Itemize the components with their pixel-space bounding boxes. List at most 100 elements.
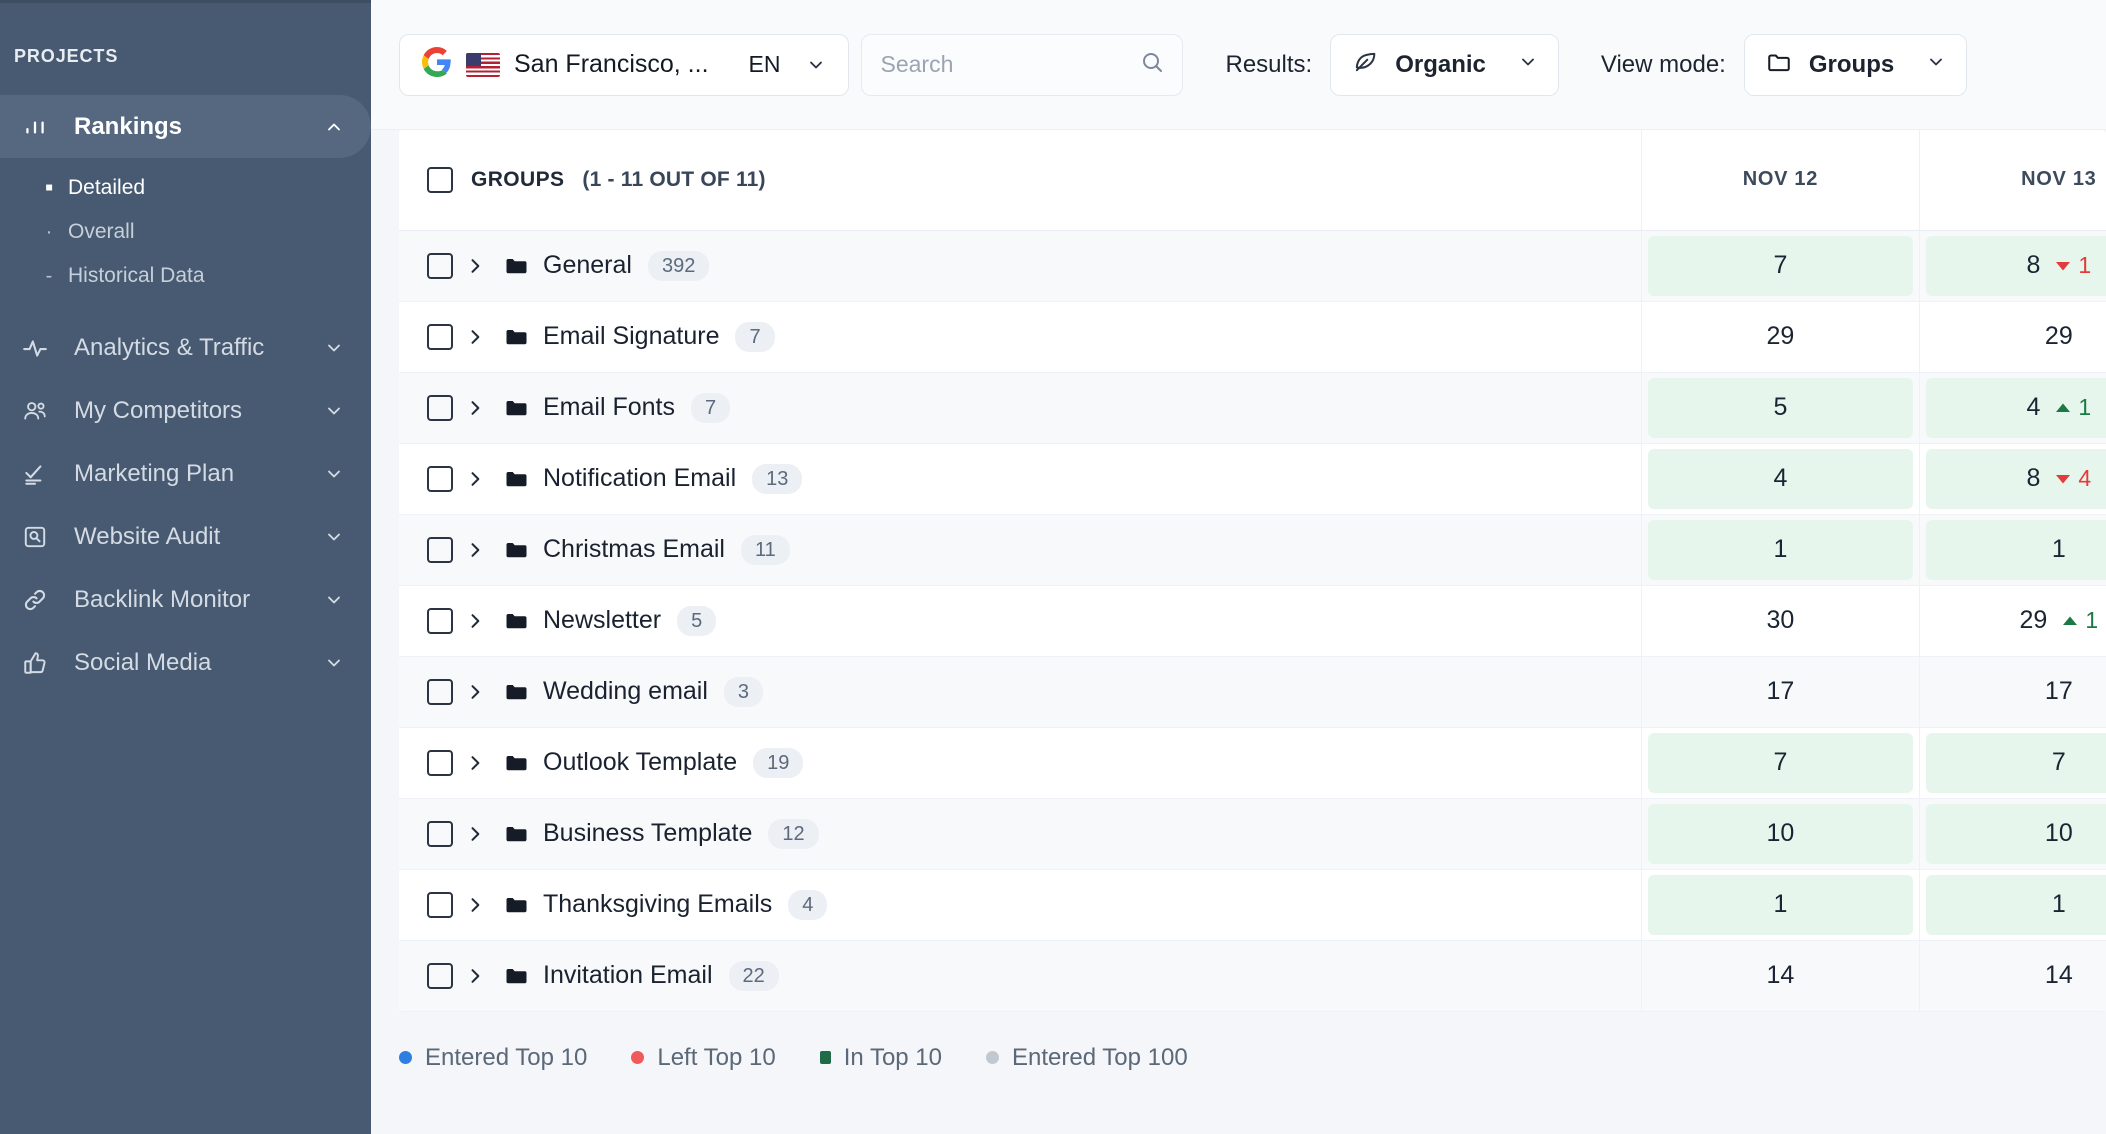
chevron-down-icon[interactable] (323, 652, 345, 674)
folder-solid-icon (497, 396, 535, 420)
rank-cell[interactable]: 7 (1919, 727, 2106, 799)
folder-icon (1765, 49, 1793, 81)
rank-cell[interactable]: 1 (1919, 514, 2106, 586)
rankings-table-container: GROUPS (1 - 11 OUT OF 11) NOV 12 NOV 13 … (399, 130, 2106, 1012)
rank-value: 29 (1766, 322, 1795, 350)
row-checkbox[interactable] (427, 252, 453, 279)
row-checkbox[interactable] (427, 607, 453, 634)
row-checkbox[interactable] (427, 465, 453, 492)
legend-color-swatch (986, 1051, 999, 1064)
chevron-right-icon[interactable] (453, 611, 497, 631)
chevron-up-icon[interactable] (323, 116, 345, 138)
row-checkbox[interactable] (427, 820, 453, 847)
rank-cell[interactable]: 29 1 (1919, 585, 2106, 657)
bullet-icon: ▪ (44, 174, 54, 201)
sidebar-item-analytics-traffic[interactable]: Analytics & Traffic (0, 316, 371, 379)
rank-cell[interactable]: 10 (1641, 798, 1921, 870)
rank-cell[interactable]: 7 (1641, 230, 1921, 302)
group-keyword-count: 19 (753, 747, 804, 778)
sidebar-subitem-overall[interactable]: · Overall (0, 210, 371, 254)
row-checkbox[interactable] (427, 323, 453, 350)
sidebar-item-backlink-monitor[interactable]: Backlink Monitor (0, 568, 371, 631)
rank-cell[interactable]: 4 (1641, 443, 1921, 515)
arrow-down-icon (2054, 465, 2072, 492)
chevron-right-icon[interactable] (453, 753, 497, 773)
sidebar-item-my-competitors[interactable]: My Competitors (0, 379, 371, 442)
chevron-down-icon[interactable] (323, 526, 345, 548)
legend-item: Left Top 10 (631, 1044, 776, 1072)
sidebar-subitem-detailed[interactable]: ▪ Detailed (0, 166, 371, 210)
rank-cell[interactable]: 17 (1919, 656, 2106, 728)
chevron-right-icon[interactable] (453, 398, 497, 418)
rank-cell[interactable]: 29 (1641, 301, 1921, 373)
rank-cell[interactable]: 17 (1641, 656, 1921, 728)
search-box[interactable]: Search (861, 33, 1184, 96)
sidebar-subitem-historical-data[interactable]: - Historical Data (0, 254, 371, 298)
rank-value: 1 (2051, 890, 2066, 918)
table-row[interactable]: Invitation Email 22 14 14 (399, 940, 2106, 1012)
bullet-icon: · (45, 221, 53, 243)
chevron-right-icon[interactable] (453, 256, 497, 276)
table-row[interactable]: Email Signature 7 29 29 (399, 301, 2106, 373)
table-row[interactable]: Wedding email 3 17 17 (399, 656, 2106, 728)
chevron-right-icon[interactable] (453, 966, 497, 986)
results-label: Results: (1225, 50, 1313, 78)
rank-cell[interactable]: 29 (1919, 301, 2106, 373)
rank-cell[interactable]: 10 (1919, 798, 2106, 870)
sidebar-item-website-audit[interactable]: Website Audit (0, 505, 371, 568)
table-row[interactable]: General 392 7 8 1 (399, 230, 2106, 302)
select-all-checkbox[interactable] (427, 166, 453, 193)
search-engine-selector[interactable]: San Francisco, ... EN (399, 33, 850, 96)
rank-value: 1 (2051, 535, 2066, 563)
chevron-down-icon (1926, 51, 1946, 78)
rank-cell[interactable]: 41 (1919, 372, 2106, 444)
rank-cell[interactable]: 81 (1919, 230, 2106, 302)
table-row[interactable]: Outlook Template 19 7 7 (399, 727, 2106, 799)
rank-cell[interactable]: 30 (1641, 585, 1921, 657)
rank-cell[interactable]: 1 (1641, 869, 1921, 941)
link-icon (18, 585, 52, 615)
rank-cell[interactable]: 5 (1641, 372, 1921, 444)
rank-cell[interactable]: 7 (1641, 727, 1921, 799)
chevron-down-icon[interactable] (323, 400, 345, 422)
table-row[interactable]: Newsletter 5 30 29 1 (399, 585, 2106, 657)
table-body: General 392 7 8 1 Email Signature 7 29 29 Email F… (399, 230, 2106, 1012)
row-checkbox[interactable] (427, 891, 453, 918)
rank-cell[interactable]: 1 (1919, 869, 2106, 941)
chevron-right-icon[interactable] (453, 895, 497, 915)
date-column-header[interactable]: NOV 13 (1919, 130, 2106, 231)
rank-cell[interactable]: 84 (1919, 443, 2106, 515)
chevron-down-icon[interactable] (323, 337, 345, 359)
sidebar-item-social-media[interactable]: Social Media (0, 631, 371, 694)
search-icon[interactable] (1140, 50, 1164, 79)
table-row[interactable]: Email Fonts 7 5 4 1 (399, 372, 2106, 444)
rank-cell[interactable]: 14 (1641, 940, 1921, 1012)
table-row[interactable]: Notification Email 13 4 8 4 (399, 443, 2106, 515)
search-input[interactable]: Search (880, 51, 1140, 78)
chevron-right-icon[interactable] (453, 540, 497, 560)
row-checkbox[interactable] (427, 536, 453, 563)
results-type-selector[interactable]: Organic (1330, 33, 1559, 96)
chevron-down-icon[interactable] (323, 589, 345, 611)
folder-solid-icon (497, 538, 535, 562)
chevron-right-icon[interactable] (453, 469, 497, 489)
rank-cell[interactable]: 1 (1641, 514, 1921, 586)
sidebar-item-marketing-plan[interactable]: Marketing Plan (0, 442, 371, 505)
row-checkbox[interactable] (427, 749, 453, 776)
rank-cell[interactable]: 14 (1919, 940, 2106, 1012)
row-checkbox[interactable] (427, 394, 453, 421)
table-row[interactable]: Christmas Email 11 1 1 (399, 514, 2106, 586)
chevron-right-icon[interactable] (453, 824, 497, 844)
chevron-down-icon[interactable] (323, 463, 345, 485)
chevron-right-icon[interactable] (453, 682, 497, 702)
sidebar-item-rankings[interactable]: Rankings (0, 95, 371, 158)
table-row[interactable]: Business Template 12 10 10 (399, 798, 2106, 870)
date-column-header[interactable]: NOV 12 (1641, 130, 1921, 231)
view-mode-selector[interactable]: Groups (1743, 33, 1968, 96)
row-checkbox[interactable] (427, 962, 453, 989)
table-row[interactable]: Thanksgiving Emails 4 1 1 (399, 869, 2106, 941)
chevron-right-icon[interactable] (453, 327, 497, 347)
row-checkbox[interactable] (427, 678, 453, 705)
sidebar-section-label: PROJECTS (14, 46, 119, 66)
magnifier-box-icon (18, 522, 52, 552)
